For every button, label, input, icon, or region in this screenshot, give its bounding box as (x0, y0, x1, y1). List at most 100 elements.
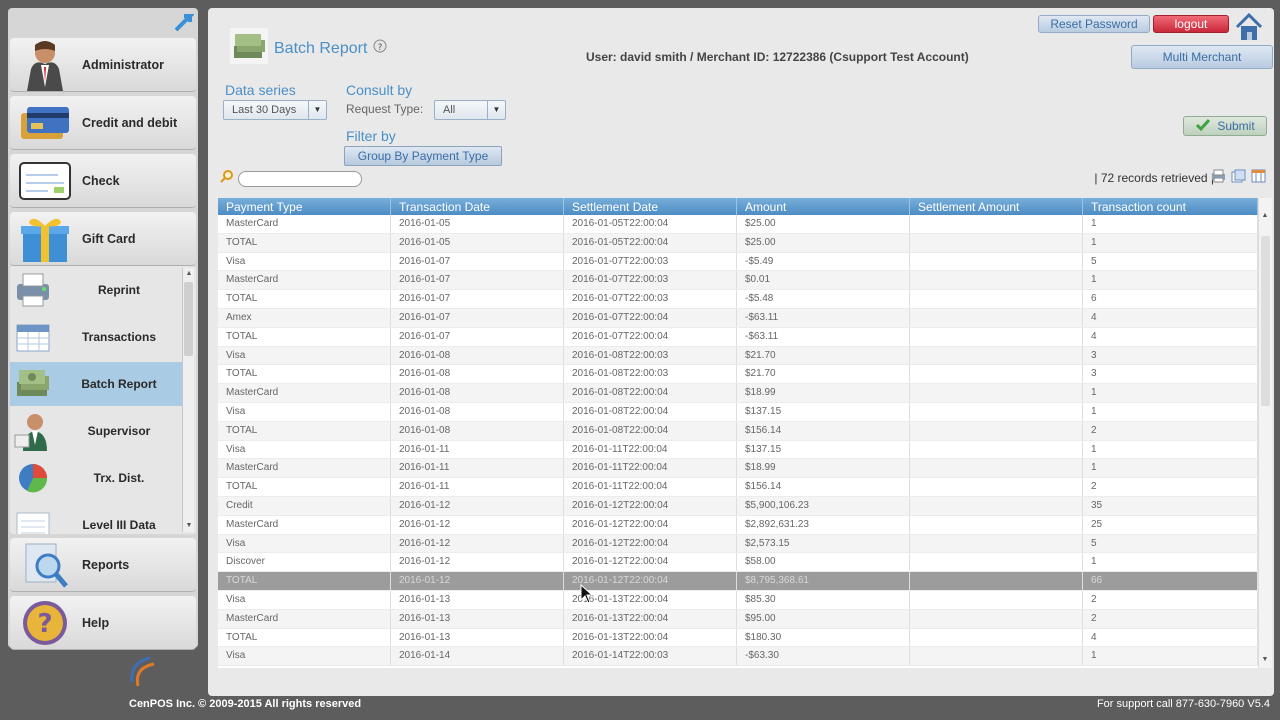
table-cell: $180.30 (737, 628, 910, 647)
table-cell (910, 421, 1083, 440)
table-cell: 4 (1083, 308, 1258, 327)
data-series-select[interactable]: Last 30 Days ▼ (223, 100, 327, 120)
table-row[interactable]: Credit 2016-01-12 2016-01-12T22:00:04 $5,90… (218, 496, 1258, 516)
table-cell: 66 (1083, 572, 1258, 590)
table-row[interactable]: MasterCard 2016-01-13 2016-01-13T22:00:04 $… (218, 609, 1258, 629)
table-row[interactable]: TOTAL 2016-01-08 2016-01-08T22:00:04 $156.1… (218, 421, 1258, 441)
table-cell: 4 (1083, 327, 1258, 346)
table-row[interactable]: Visa 2016-01-08 2016-01-08T22:00:03 $21.70 3 (218, 346, 1258, 366)
request-type-select[interactable]: All ▼ (434, 100, 506, 120)
submit-button[interactable]: Submit (1183, 116, 1267, 136)
table-cell (910, 459, 1083, 478)
nav-credit-and-debit[interactable]: Credit and debit (10, 96, 196, 150)
scroll-up-arrow-icon[interactable]: ▲ (1259, 210, 1271, 222)
nav-reports[interactable]: Reports (10, 538, 196, 592)
table-row[interactable]: MasterCard 2016-01-08 2016-01-08T22:00:04 $… (218, 384, 1258, 403)
table-cell: 2016-01-11T22:00:04 (564, 440, 737, 459)
nav-batch-report[interactable]: Batch Report (10, 362, 182, 406)
table-row[interactable]: Discover 2016-01-12 2016-01-12T22:00:04 $58… (218, 553, 1258, 573)
table-row[interactable]: Amex 2016-01-07 2016-01-07T22:00:04 -$63.11… (218, 308, 1258, 328)
nav-label: Reports (82, 557, 130, 572)
home-icon[interactable] (1234, 12, 1264, 42)
table-cell (910, 365, 1083, 384)
scroll-thumb[interactable] (184, 282, 193, 356)
table-cell: 3 (1083, 365, 1258, 384)
table-row[interactable]: MasterCard 2016-01-07 2016-01-07T22:00:03 $… (218, 271, 1258, 291)
table-cell: 2016-01-08 (391, 346, 564, 365)
column-header-amount[interactable]: Amount (737, 198, 910, 215)
logout-button[interactable]: logout (1153, 15, 1229, 33)
table-row[interactable]: TOTAL 2016-01-11 2016-01-11T22:00:04 $156.1… (218, 478, 1258, 497)
nav-check[interactable]: Check (10, 154, 196, 208)
nav-transactions[interactable]: Transactions (10, 315, 182, 359)
table-cell (910, 346, 1083, 365)
table-cell: 2016-01-13 (391, 628, 564, 647)
table-row[interactable]: Visa 2016-01-12 2016-01-12T22:00:04 $2,573.… (218, 534, 1258, 554)
nav-label: Level III Data (82, 518, 156, 532)
table-row[interactable]: Visa 2016-01-07 2016-01-07T22:00:03 -$5.49 5 (218, 252, 1258, 272)
help-circle-icon[interactable]: ? (373, 39, 387, 58)
nav-gift-card[interactable]: Gift Card (10, 212, 196, 266)
table-row[interactable]: TOTAL 2016-01-08 2016-01-08T22:00:03 $21.70… (218, 365, 1258, 385)
nav-help[interactable]: ? Help (10, 596, 196, 650)
export-icon[interactable] (1231, 169, 1246, 188)
scroll-thumb[interactable] (1261, 236, 1270, 406)
table-cell: Visa (218, 252, 391, 271)
nav-level-iii-data[interactable]: Level III Data (10, 503, 182, 534)
column-header-payment-type[interactable]: Payment Type (218, 198, 391, 215)
collapse-arrow-icon[interactable] (172, 12, 195, 37)
column-header-transaction-date[interactable]: Transaction Date (391, 198, 564, 215)
columns-icon[interactable] (1251, 169, 1266, 188)
table-cell (910, 440, 1083, 459)
table-cell: 2016-01-13 (391, 609, 564, 628)
table-cell: TOTAL (218, 290, 391, 308)
table-row[interactable]: Visa 2016-01-11 2016-01-11T22:00:04 $137.15… (218, 440, 1258, 460)
table-row[interactable]: TOTAL 2016-01-07 2016-01-07T22:00:04 -$63.1… (218, 327, 1258, 347)
table-row[interactable]: MasterCard 2016-01-12 2016-01-12T22:00:04 $… (218, 515, 1258, 535)
column-header-transaction-count[interactable]: Transaction count (1083, 198, 1258, 215)
printer-icon (10, 268, 56, 312)
table-row[interactable]: TOTAL 2016-01-12 2016-01-12T22:00:04 $8,795… (218, 572, 1258, 591)
table-row[interactable]: TOTAL 2016-01-07 2016-01-07T22:00:03 -$5.48… (218, 290, 1258, 309)
table-cell: 2016-01-07 (391, 290, 564, 308)
scroll-up-arrow-icon[interactable]: ▲ (183, 268, 195, 280)
reset-password-button[interactable]: Reset Password (1038, 15, 1150, 33)
table-cell: $25.00 (737, 233, 910, 252)
request-type-value: All (443, 104, 456, 116)
table-cell: 2016-01-11T22:00:04 (564, 478, 737, 496)
table-cell: 2016-01-13T22:00:04 (564, 628, 737, 647)
table-cell (910, 628, 1083, 647)
column-header-settlement-amount[interactable]: Settlement Amount (910, 198, 1083, 215)
table-row[interactable]: Visa 2016-01-14 2016-01-14T22:00:03 -$63.30… (218, 647, 1258, 667)
table-cell: 5 (1083, 252, 1258, 271)
table-row[interactable]: MasterCard 2016-01-11 2016-01-11T22:00:04 $… (218, 459, 1258, 479)
table-cell: 2016-01-14T22:00:03 (564, 647, 737, 666)
scroll-down-arrow-icon[interactable]: ▼ (1259, 654, 1271, 666)
nav-trx-dist[interactable]: Trx. Dist. (10, 456, 182, 500)
table-row[interactable]: TOTAL 2016-01-13 2016-01-13T22:00:04 $180.3… (218, 628, 1258, 648)
table-cell: 2016-01-12 (391, 496, 564, 515)
column-header-settlement-date[interactable]: Settlement Date (564, 198, 737, 215)
print-icon[interactable] (1211, 169, 1226, 188)
nav-administrator[interactable]: Administrator (10, 38, 196, 92)
table-row[interactable]: Visa 2016-01-08 2016-01-08T22:00:04 $137.15… (218, 402, 1258, 422)
table-row[interactable]: Visa 2016-01-13 2016-01-13T22:00:04 $85.30 2 (218, 590, 1258, 610)
table-cell: MasterCard (218, 515, 391, 534)
multi-merchant-button[interactable]: Multi Merchant (1131, 45, 1273, 69)
table-scrollbar[interactable]: ▲ ▼ (1258, 198, 1272, 668)
table-row[interactable]: MasterCard 2016-01-05 2016-01-05T22:00:04 $… (218, 215, 1258, 234)
table-row[interactable]: TOTAL 2016-01-05 2016-01-05T22:00:04 $25.00… (218, 233, 1258, 253)
table-cell: 2016-01-12 (391, 515, 564, 534)
table-cell: MasterCard (218, 384, 391, 402)
sub-navigation-scrollbar[interactable]: ▲ ▼ (182, 268, 194, 532)
group-by-payment-type-button[interactable]: Group By Payment Type (344, 146, 502, 166)
table-cell: Visa (218, 402, 391, 421)
search-input[interactable] (238, 170, 362, 187)
nav-supervisor[interactable]: Supervisor (10, 409, 182, 453)
scroll-down-arrow-icon[interactable]: ▼ (183, 520, 195, 532)
table-cell: $85.30 (737, 590, 910, 609)
table-cell: 1 (1083, 647, 1258, 666)
document-icon (10, 503, 56, 534)
table-cell: TOTAL (218, 233, 391, 252)
nav-reprint[interactable]: Reprint (10, 268, 182, 312)
